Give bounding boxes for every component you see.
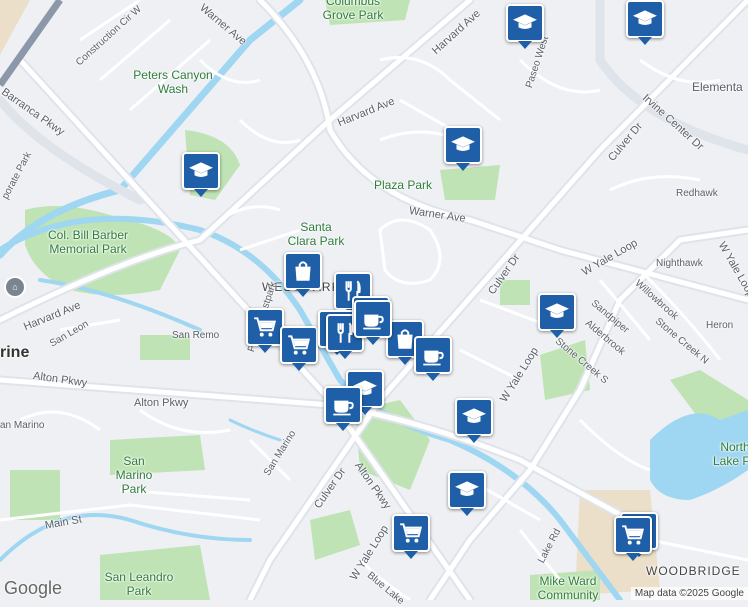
marker-grocery-12[interactable] <box>246 308 284 353</box>
graduation-cap-icon <box>632 6 658 32</box>
street-label-alton-mid: Alton Pkwy <box>134 397 189 409</box>
park-label-plaza: Plaza Park <box>374 178 433 192</box>
marker-cafe-21[interactable] <box>324 386 362 431</box>
park-label-peters-canyon: Peters Canyon Wash <box>133 68 213 96</box>
street-label-redhawk: Redhawk <box>676 188 718 199</box>
shopping-cart-icon <box>398 520 424 546</box>
google-logo: Google <box>4 578 63 598</box>
marker-shopping-10[interactable] <box>284 252 322 297</box>
marker-school-1[interactable] <box>182 152 220 197</box>
map-attribution: Map data ©2025 Google <box>630 587 748 600</box>
coffee-cup-icon <box>360 306 386 332</box>
park-label-mike-ward: Mike Ward Community <box>537 574 599 602</box>
marker-cafe-20[interactable] <box>414 336 452 381</box>
marker-grocery-15[interactable] <box>614 516 652 561</box>
shopping-cart-icon <box>620 522 646 548</box>
marker-grocery-14[interactable] <box>392 514 430 559</box>
graduation-cap-icon <box>188 158 214 184</box>
poi-dot-icon[interactable]: ⌂ <box>4 276 26 298</box>
street-label-heron: Heron <box>706 320 734 331</box>
marker-school-6[interactable] <box>455 398 493 443</box>
marker-cafe-22[interactable] <box>354 300 392 345</box>
graduation-cap-icon <box>512 10 538 36</box>
street-label-san-remo: San Remo <box>172 330 220 341</box>
coffee-cup-icon <box>420 342 446 368</box>
marker-school-5[interactable] <box>538 293 576 338</box>
park-label-san-marino: San Marino Park <box>115 454 153 496</box>
park-label-north-lake: North Lake Pa <box>712 440 748 468</box>
shopping-cart-icon <box>286 332 312 358</box>
marker-school-2[interactable] <box>444 126 482 171</box>
graduation-cap-icon <box>450 132 476 158</box>
marker-school-7[interactable] <box>448 471 486 516</box>
park-label-santa-clara: Santa Clara Park <box>287 220 345 248</box>
area-label-woodbridge: WOODBRIDGE <box>646 564 741 578</box>
place-label-elementary: Elementa <box>692 80 743 94</box>
city-label-irvine: rine <box>0 344 30 361</box>
park-label-san-leandro: San Leandro Park <box>104 570 174 598</box>
marker-grocery-13[interactable] <box>280 326 318 371</box>
coffee-cup-icon <box>330 392 356 418</box>
shopping-cart-icon <box>252 314 278 340</box>
graduation-cap-icon <box>461 404 487 430</box>
park-label-columbus-grove: Columbus Grove Park <box>322 0 384 22</box>
park-label-col-bill-barber: Col. Bill Barber Memorial Park <box>47 228 129 256</box>
street-label-nighthawk: Nighthawk <box>656 258 703 269</box>
graduation-cap-icon <box>544 299 570 325</box>
marker-school-3[interactable] <box>506 4 544 49</box>
marker-school-4[interactable] <box>626 0 664 45</box>
graduation-cap-icon <box>454 477 480 503</box>
shopping-bag-icon <box>290 258 316 284</box>
street-label-san-marino-left: an Marino <box>0 420 45 431</box>
